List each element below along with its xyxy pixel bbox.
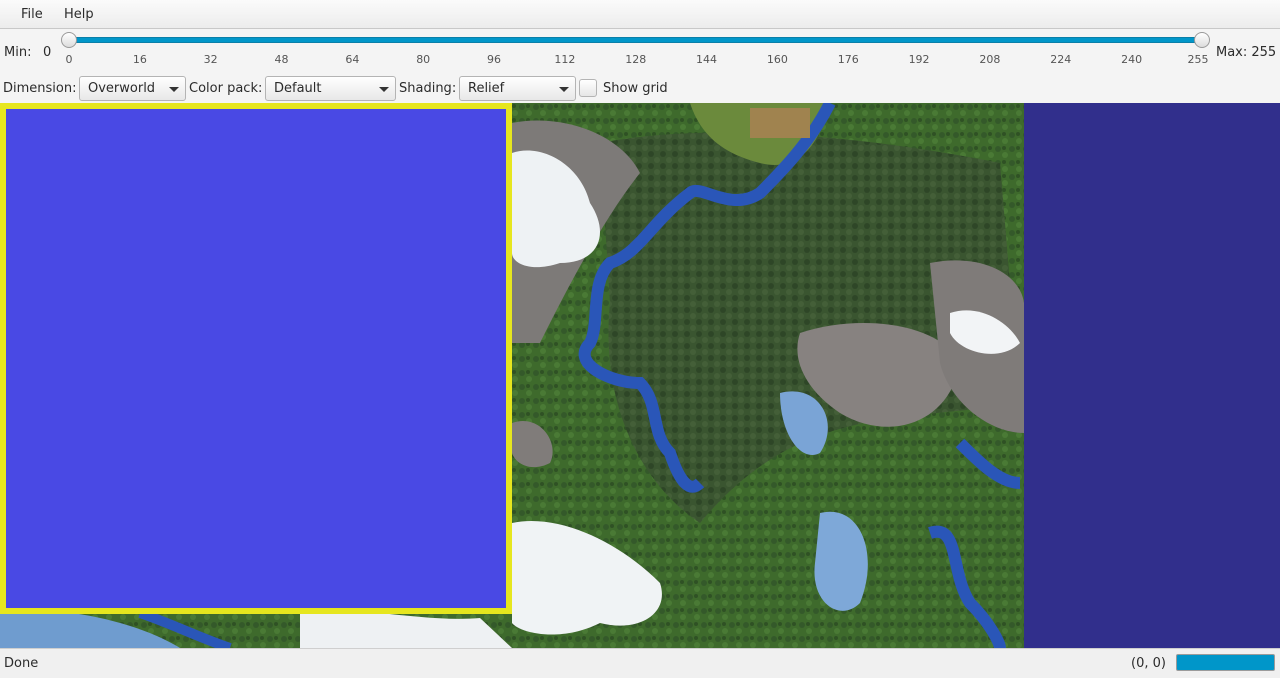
slider-tick-label: 16: [132, 53, 147, 66]
slider-tick-label: 255: [1187, 53, 1209, 66]
height-range-slider-row: [0, 29, 1280, 74]
shading-select-value: Relief: [468, 81, 505, 96]
range-slider-min-thumb[interactable]: [61, 32, 77, 48]
map-view[interactable]: [0, 103, 1280, 648]
slider-tick-label: 128: [625, 53, 647, 66]
menu-bar: File Help: [0, 0, 1280, 29]
min-value: 0: [43, 45, 52, 60]
colorpack-label: Color pack:: [189, 81, 263, 96]
shading-label: Shading:: [399, 81, 457, 96]
slider-tick-label: 240: [1121, 53, 1143, 66]
min-label: Min:: [4, 45, 32, 60]
colorpack-select[interactable]: Default: [265, 76, 396, 101]
slider-tick-label: 32: [203, 53, 218, 66]
dimension-select[interactable]: Overworld: [79, 76, 186, 101]
slider-tick-label: 192: [908, 53, 930, 66]
map-render: [0, 103, 1280, 648]
menu-file[interactable]: File: [21, 7, 43, 22]
dimension-select-value: Overworld: [88, 81, 156, 96]
colorpack-select-value: Default: [274, 81, 322, 96]
slider-tick-label: 48: [274, 53, 289, 66]
slider-tick-label: 208: [979, 53, 1001, 66]
range-slider-max-thumb[interactable]: [1194, 32, 1210, 48]
progress-bar: [1176, 654, 1275, 671]
menu-help[interactable]: Help: [64, 7, 94, 22]
selection-region: [0, 103, 512, 614]
range-slider-track[interactable]: [69, 37, 1202, 43]
cursor-coords: (0, 0): [1131, 656, 1166, 671]
status-bar: [0, 648, 1280, 678]
status-text: Done: [4, 656, 39, 671]
shading-select[interactable]: Relief: [459, 76, 576, 101]
show-grid-checkbox[interactable]: [579, 79, 597, 97]
slider-tick-label: 96: [487, 53, 502, 66]
max-label: Max: 255: [1216, 45, 1277, 60]
slider-tick-label: 176: [837, 53, 859, 66]
slider-tick-label: 144: [696, 53, 718, 66]
slider-tick-label: 112: [554, 53, 576, 66]
slider-tick-label: 64: [345, 53, 360, 66]
chevron-down-icon: [559, 87, 569, 92]
slider-tick-label: 80: [416, 53, 431, 66]
chevron-down-icon: [379, 87, 389, 92]
dimension-label: Dimension:: [3, 81, 77, 96]
village-area: [750, 108, 810, 138]
slider-tick-label: 0: [65, 53, 73, 66]
void-area: [1024, 103, 1280, 648]
show-grid-label[interactable]: Show grid: [603, 81, 668, 96]
slider-tick-label: 224: [1050, 53, 1072, 66]
chevron-down-icon: [169, 87, 179, 92]
slider-tick-label: 160: [766, 53, 788, 66]
